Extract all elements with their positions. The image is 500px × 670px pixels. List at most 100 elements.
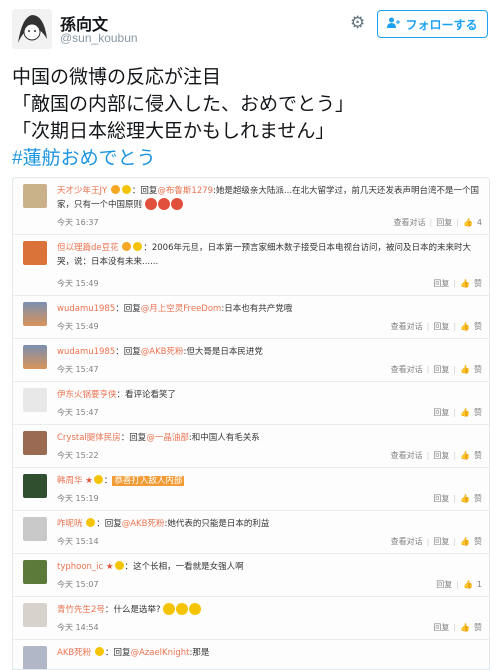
handle[interactable]: @sun_koubun xyxy=(60,31,138,45)
comment-text: 这个长相，一看就是女强人啊 xyxy=(133,562,244,572)
action-link: 回复 xyxy=(436,580,453,589)
comment-time: 今天 15:22 xyxy=(57,451,99,460)
comment-time: 今天 15:19 xyxy=(57,494,99,503)
comment-avatar xyxy=(23,302,47,326)
action-link: 回复 xyxy=(433,365,450,374)
like-count: 赞 xyxy=(474,537,482,546)
thumbs-up-icon: 👍 xyxy=(460,537,470,546)
comment-avatar xyxy=(23,603,47,627)
medal-icon xyxy=(121,185,131,194)
follow-label: フォローする xyxy=(405,17,478,32)
reply-mention: @一晶油部 xyxy=(146,433,189,443)
reply-mention: @AKB死粉 xyxy=(140,347,184,357)
comment-item: wudamu1985：回复@AKB死粉:但大哥是日本民进党 今天 15:47 查… xyxy=(13,339,489,382)
star-icon: ★ xyxy=(85,476,93,486)
thumbs-up-icon: 👍 xyxy=(462,580,473,589)
action-link: 查看对话 xyxy=(393,218,426,227)
medal-icon xyxy=(94,647,104,656)
follow-button[interactable]: フォローする xyxy=(377,10,488,38)
action-link: 回复 xyxy=(433,537,450,546)
comment-avatar xyxy=(23,184,47,208)
medal-icon xyxy=(133,242,143,251)
reply-mention: @布鲁斯1279 xyxy=(157,186,214,196)
comment-item: 天才少年王JY ：回复@布鲁斯1279:她是超级亲大陆派...在北大留学过，前几… xyxy=(13,178,489,235)
tweet-line: 「次期日本総理大臣かもしれません」 xyxy=(12,121,335,142)
attached-image[interactable]: 天才少年王JY ：回复@布鲁斯1279:她是超级亲大陆派...在北大留学过，前几… xyxy=(12,177,490,670)
action-link: 查看对话 xyxy=(390,537,423,546)
comment-text: 2006年元旦，日本第一预言家细木数子接受日本电视台访问，被问及日本的未来时大哭… xyxy=(57,243,471,267)
comment-item: Crystal腿体民房：回复@一晶油部:和中国人有毛关系 今天 15:22 查看… xyxy=(13,425,489,468)
reply-mention: @AzaelKnight xyxy=(130,648,190,658)
like-count: 赞 xyxy=(474,451,482,460)
comment-text: :那是 xyxy=(189,648,210,658)
comment-user: typhoon_ic xyxy=(57,562,104,572)
tweet-text: 中国の微博の反応が注目 「敵国の内部に侵入した、おめでとう」 「次期日本総理大臣… xyxy=(12,64,492,172)
comment-user: Crystal腿体民房 xyxy=(57,433,121,443)
action-link: 回复 xyxy=(436,218,453,227)
comment-user: 韩周华 xyxy=(57,476,83,486)
thumbs-up-icon: 👍 xyxy=(460,365,470,374)
comment-item: typhoon_ic ★ ：这个长相，一看就是女强人啊 今天 15:07 回复 | 👍… xyxy=(13,554,489,597)
like-count: 1 xyxy=(476,580,482,589)
vip-badge-icon xyxy=(122,242,132,251)
gear-icon[interactable]: ⚙ xyxy=(350,13,365,33)
comment-time: 今天 15:07 xyxy=(57,580,99,589)
comment-time: 今天 15:47 xyxy=(57,408,99,417)
comment-avatar xyxy=(23,474,47,498)
comment-item: 青竹先生2号：什么是选举? 今天 14:54 回复 | 👍 赞 xyxy=(13,597,489,640)
like-count: 赞 xyxy=(474,279,482,288)
hashtag-link[interactable]: #蓮舫おめでとう xyxy=(12,145,492,172)
comment-text: :但大哥是日本民进党 xyxy=(183,347,263,357)
action-link: 回复 xyxy=(433,279,450,288)
comment-avatar xyxy=(23,646,47,669)
comment-item: 但以理篇de豆花 ：2006年元旦，日本第一预言家细木数子接受日本电视台访问，被… xyxy=(13,235,489,296)
thumbs-up-icon: 👍 xyxy=(462,218,473,227)
person-plus-icon xyxy=(387,17,401,31)
comment-time: 今天 15:49 xyxy=(57,322,99,331)
like-count: 赞 xyxy=(474,623,482,632)
like-count: 赞 xyxy=(474,322,482,331)
comment-user: 青竹先生2号 xyxy=(57,605,105,615)
comment-avatar xyxy=(23,241,47,265)
tweet-line: 中国の微博の反応が注目 xyxy=(12,67,222,88)
comment-avatar xyxy=(23,345,47,369)
thumbs-up-icon: 👍 xyxy=(460,494,470,503)
comment-text: 恭喜打入敌人内部 xyxy=(112,476,185,486)
comment-text: :她是超级亲大陆派...在北大留学过，前几天还发表声明台湾不是一个国家，只有一个… xyxy=(57,186,480,210)
action-link: 回复 xyxy=(433,623,450,632)
avatar[interactable] xyxy=(12,9,52,49)
comment-item: 伊东火锅要亨侠：看评论看笑了 今天 15:47 回复 | 👍 赞 xyxy=(13,382,489,425)
comment-time: 今天 15:14 xyxy=(57,537,99,546)
comment-avatar xyxy=(23,431,47,455)
action-link: 回复 xyxy=(433,451,450,460)
comment-time: 今天 16:37 xyxy=(57,218,99,227)
reply-mention: @月上空灵FreeDom xyxy=(140,304,222,314)
action-link: 查看对话 xyxy=(390,451,423,460)
comment-item: AKB死粉 ：回复@AzaelKnight:那是 xyxy=(13,640,489,669)
like-count: 赞 xyxy=(474,408,482,417)
comment-avatar xyxy=(23,388,47,412)
action-link: 回复 xyxy=(433,408,450,417)
comment-time: 今天 15:47 xyxy=(57,365,99,374)
tweet-header: 孫向文 @sun_koubun ⚙ フォローする xyxy=(0,0,500,56)
thumbs-up-icon: 👍 xyxy=(460,623,470,632)
emoji-icon xyxy=(170,198,183,210)
comment-item: 韩周华 ★：恭喜打入敌人内部 今天 15:19 回复 | 👍 赞 xyxy=(13,468,489,511)
like-count: 4 xyxy=(476,218,482,227)
tweet-line: 「敵国の内部に侵入した、おめでとう」 xyxy=(12,94,355,115)
medal-icon xyxy=(114,561,124,570)
action-link: 回复 xyxy=(433,322,450,331)
comment-user: 伊东火锅要亨侠 xyxy=(57,390,117,400)
thumbs-up-icon: 👍 xyxy=(460,322,470,331)
star-icon: ★ xyxy=(105,562,114,572)
comment-user: 天才少年王JY xyxy=(57,186,108,196)
action-link: 回复 xyxy=(433,494,450,503)
comment-avatar xyxy=(23,517,47,541)
action-link: 查看对话 xyxy=(390,322,423,331)
comment-text: 什么是选举? xyxy=(113,605,161,615)
emoji-icon xyxy=(189,603,202,615)
comment-time: 今天 15:49 xyxy=(57,279,99,288)
reply-mention: @AKB死粉 xyxy=(121,519,165,529)
comment-user: 咋呢咣 xyxy=(57,519,83,529)
comment-text: 看评论看笑了 xyxy=(125,390,177,400)
